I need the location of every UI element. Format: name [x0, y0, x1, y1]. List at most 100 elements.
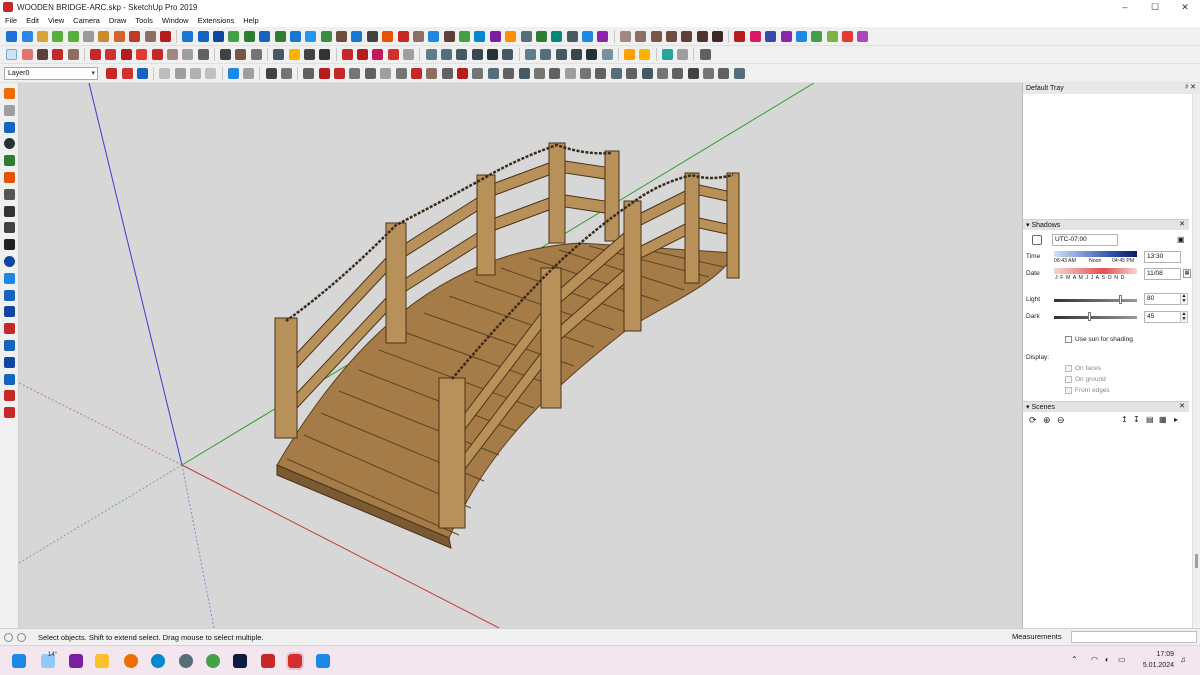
chevron-up-icon[interactable]: ⌃	[1071, 655, 1078, 664]
follow-me-icon[interactable]	[182, 49, 194, 60]
extension-icon[interactable]	[582, 30, 594, 42]
volume-icon[interactable]: ◖	[1104, 655, 1109, 664]
building-icon[interactable]	[3, 171, 15, 183]
scenes-panel-header[interactable]: ▾ Scenes ✕	[1023, 401, 1189, 412]
extension-icon[interactable]	[36, 30, 48, 42]
curve-tool-icon[interactable]	[595, 67, 607, 79]
time-slider[interactable]	[1054, 251, 1137, 257]
rotate-icon[interactable]	[3, 356, 15, 368]
tray-scrollbar[interactable]	[1192, 94, 1200, 628]
view-top-icon[interactable]	[440, 49, 452, 60]
zoom-icon[interactable]	[303, 49, 315, 60]
mail-icon[interactable]	[3, 239, 15, 251]
tag-icon[interactable]	[121, 67, 133, 79]
measure-icon[interactable]	[3, 339, 15, 351]
crossed-icon[interactable]	[677, 49, 689, 60]
eraser-icon[interactable]	[21, 49, 33, 60]
tape-measure-icon[interactable]	[220, 49, 232, 60]
extension-icon[interactable]	[566, 30, 578, 42]
on-faces-checkbox[interactable]	[1065, 365, 1072, 372]
extension-icon[interactable]	[289, 30, 301, 42]
pin-icon[interactable]: ᵖ ✕	[1186, 83, 1196, 91]
extension-icon[interactable]	[857, 30, 869, 42]
extension-icon[interactable]	[98, 30, 110, 42]
view-iso-icon[interactable]	[425, 49, 437, 60]
style-icon[interactable]	[555, 49, 567, 60]
extension-icon[interactable]	[21, 30, 33, 42]
curve-tool-icon[interactable]	[564, 67, 576, 79]
protractor-icon[interactable]	[250, 49, 262, 60]
details-icon[interactable]: ▦	[1159, 415, 1167, 424]
stairs-icon[interactable]	[699, 49, 711, 60]
section-display-icon[interactable]	[639, 49, 651, 60]
extension-icon[interactable]	[795, 30, 807, 42]
extension-icon[interactable]	[144, 30, 156, 42]
curve-tool-icon[interactable]	[303, 67, 315, 79]
extension-icon[interactable]	[765, 30, 777, 42]
extension-icon[interactable]	[780, 30, 792, 42]
minimize-button[interactable]: –	[1110, 0, 1140, 14]
close-button[interactable]: ✕	[1170, 0, 1200, 14]
tag-icon[interactable]	[106, 67, 118, 79]
light-stepper[interactable]: ▲ ▼	[1180, 293, 1188, 305]
refresh-icon[interactable]	[3, 104, 15, 116]
extension-icon[interactable]	[129, 30, 141, 42]
extension-icon[interactable]	[213, 30, 225, 42]
view-back-icon[interactable]	[487, 49, 499, 60]
view-right-icon[interactable]	[471, 49, 483, 60]
edge-icon[interactable]	[151, 654, 165, 668]
onenote-icon[interactable]	[69, 654, 83, 668]
dimension-icon[interactable]	[235, 49, 247, 60]
calculator-icon[interactable]	[316, 654, 330, 668]
rectangle-tool-icon[interactable]	[67, 49, 79, 60]
extension-icon[interactable]	[83, 30, 95, 42]
extension-icon[interactable]	[551, 30, 563, 42]
curve-tool-icon[interactable]	[549, 67, 561, 79]
panel-options-icon[interactable]: ▣	[1177, 235, 1185, 244]
style-icon[interactable]	[524, 49, 536, 60]
extension-icon[interactable]	[681, 30, 693, 42]
menu-edit[interactable]: Edit	[26, 16, 39, 25]
curve-tool-icon[interactable]	[580, 67, 592, 79]
extension-icon[interactable]	[665, 30, 677, 42]
view-front-icon[interactable]	[456, 49, 468, 60]
curve-tool-icon[interactable]	[733, 67, 745, 79]
file-explorer-icon[interactable]	[95, 654, 109, 668]
extension-icon[interactable]	[305, 30, 317, 42]
on-ground-checkbox[interactable]	[1065, 376, 1072, 383]
menu-camera[interactable]: Camera	[73, 16, 100, 25]
extension-icon[interactable]	[274, 30, 286, 42]
tray-scrollbar-thumb[interactable]	[1195, 554, 1198, 568]
style-icon[interactable]	[540, 49, 552, 60]
extension-icon[interactable]	[535, 30, 547, 42]
style-icon[interactable]	[601, 49, 613, 60]
extension-icon[interactable]	[259, 30, 271, 42]
weld-icon[interactable]	[3, 390, 15, 402]
curve-tool-icon[interactable]	[410, 67, 422, 79]
menu-view[interactable]: View	[48, 16, 64, 25]
dark-input[interactable]: 45	[1144, 311, 1181, 323]
info-icon[interactable]	[3, 255, 15, 267]
push-pull-icon[interactable]	[90, 49, 102, 60]
extension-icon[interactable]	[826, 30, 838, 42]
extension-icon[interactable]	[734, 30, 746, 42]
select-icon[interactable]	[3, 272, 15, 284]
orbit-icon[interactable]	[273, 49, 285, 60]
view-options-icon[interactable]: ▤	[1146, 415, 1154, 424]
menu-window[interactable]: Window	[162, 16, 189, 25]
extension-icon[interactable]	[228, 30, 240, 42]
refresh-scene-icon[interactable]: ⟳	[1029, 415, 1037, 426]
extension-icon[interactable]	[635, 30, 647, 42]
light-slider[interactable]	[1054, 299, 1137, 302]
settings-icon[interactable]	[403, 49, 415, 60]
extension-icon[interactable]	[320, 30, 332, 42]
tree-icon[interactable]	[3, 155, 15, 167]
curve-tool-icon[interactable]	[718, 67, 730, 79]
extension-icon[interactable]	[397, 30, 409, 42]
extension-icon[interactable]	[182, 30, 194, 42]
curve-tool-icon[interactable]	[395, 67, 407, 79]
sandbox-icon[interactable]	[205, 67, 217, 79]
add-scene-icon[interactable]: ⊕	[1043, 415, 1051, 426]
extension-icon[interactable]	[505, 30, 517, 42]
light-slider-thumb[interactable]	[1119, 295, 1122, 304]
